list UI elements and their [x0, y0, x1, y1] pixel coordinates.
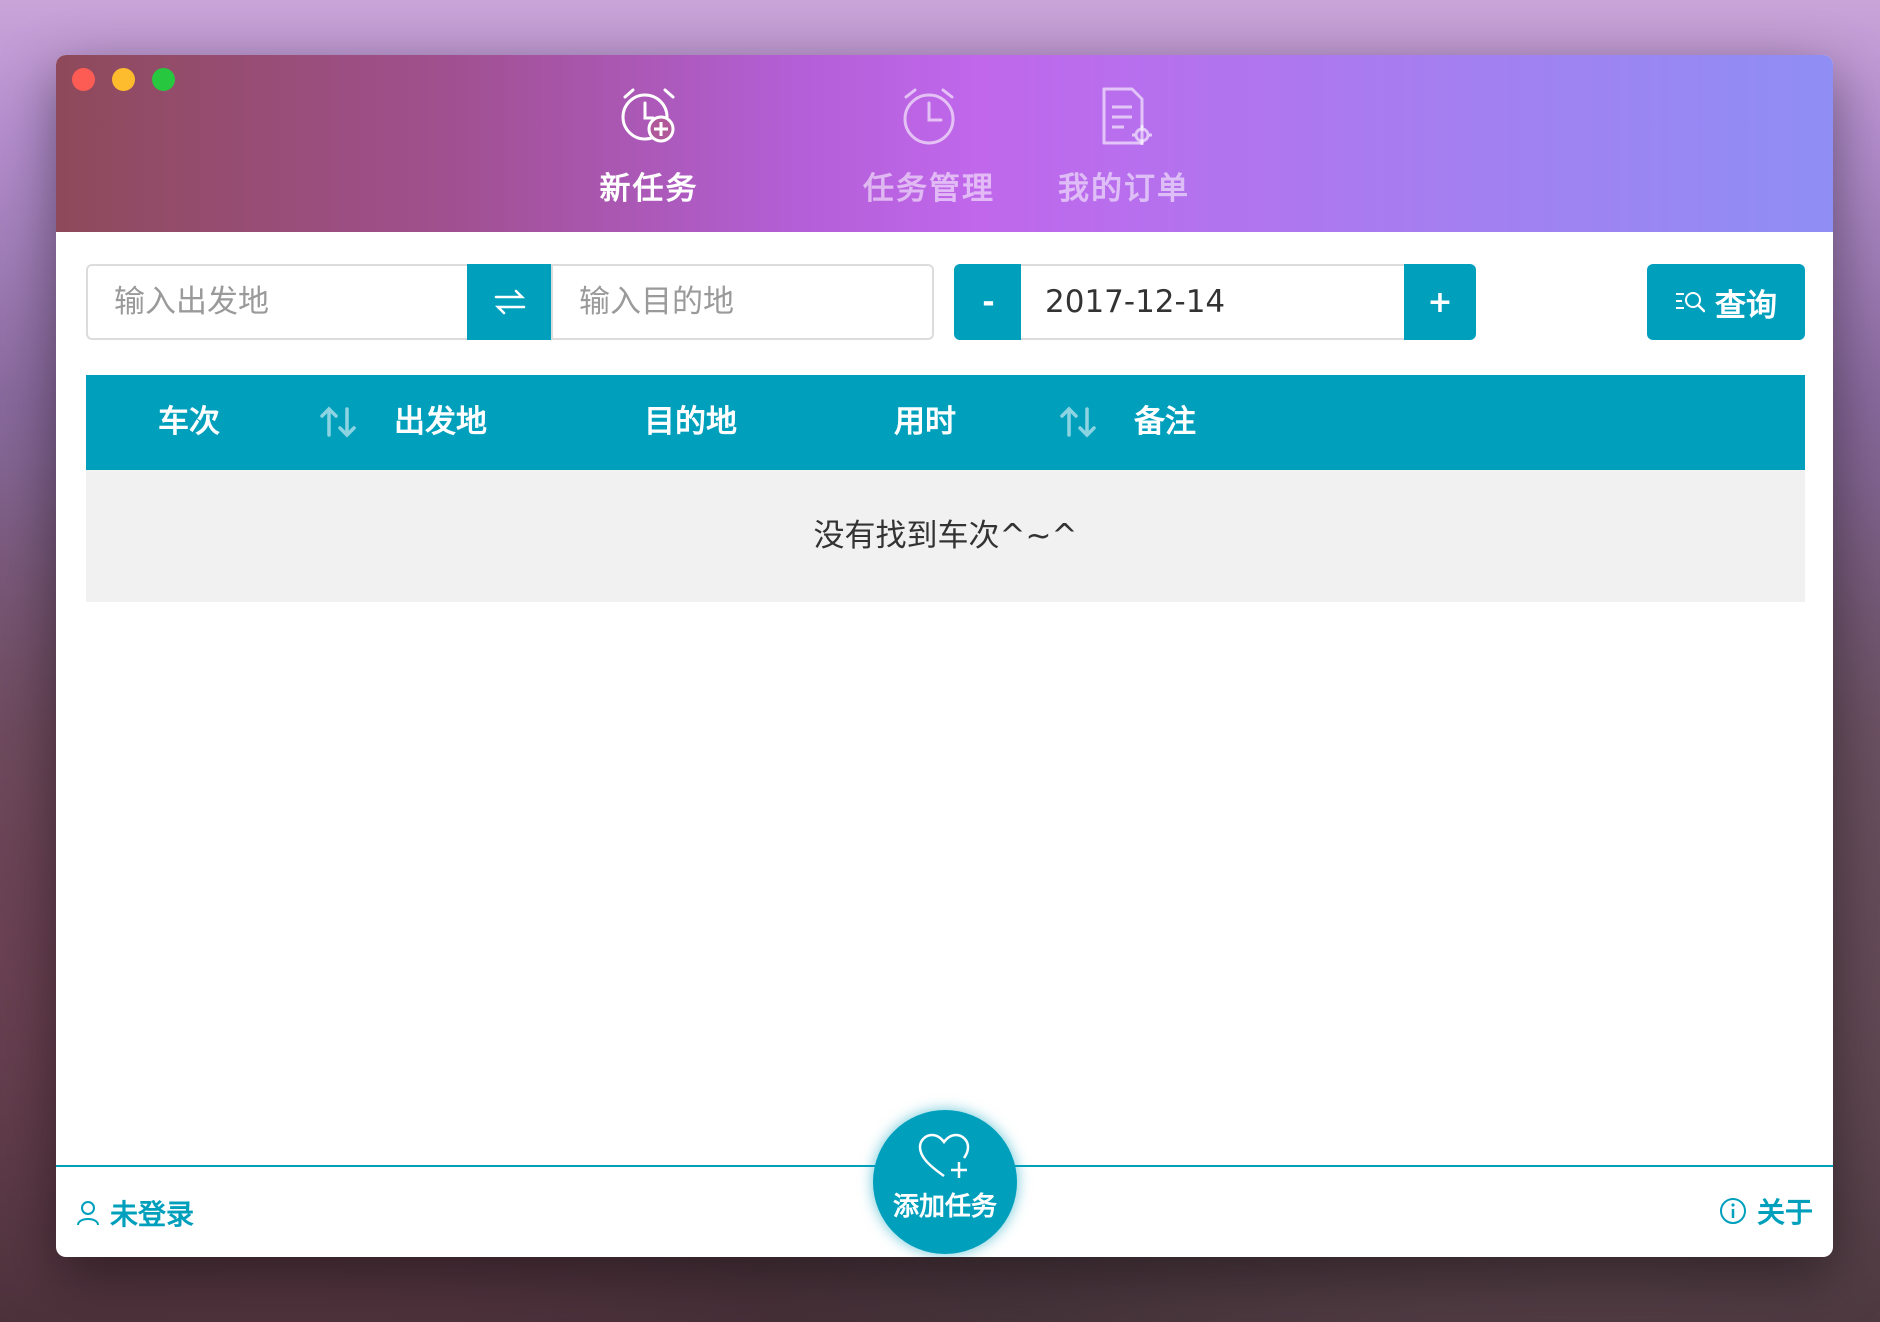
login-status-link[interactable]: 未登录 [76, 1193, 194, 1233]
about-link[interactable]: 关于 [1719, 1191, 1813, 1231]
tab-label: 我的订单 [1058, 171, 1190, 207]
tab-my-orders[interactable]: 我的订单 [1054, 85, 1194, 225]
add-task-label: 添加任务 [892, 1192, 997, 1222]
sort-icon[interactable] [319, 405, 359, 439]
alarm-plus-icon [621, 88, 675, 143]
query-button[interactable]: 查询 [1647, 264, 1805, 340]
tab-label: 新任务 [599, 171, 699, 207]
app-window: 新任务 任务管理 我的订单 输入出发地 输入目的地 - 2017-12-14 +… [56, 55, 1833, 1257]
empty-table-message: 没有找到车次^~^ [86, 470, 1805, 602]
date-plus-button[interactable]: + [1404, 264, 1476, 340]
column-header[interactable]: 出发地 [394, 375, 487, 470]
sort-icon[interactable] [1059, 405, 1099, 439]
date-field[interactable]: 2017-12-14 [1021, 264, 1406, 340]
column-header[interactable]: 车次 [158, 375, 220, 470]
column-header[interactable]: 目的地 [644, 375, 737, 470]
destination-input[interactable]: 输入目的地 [551, 264, 934, 340]
column-header[interactable]: 用时 [894, 375, 956, 470]
about-label: 关于 [1756, 1196, 1813, 1229]
login-status-label: 未登录 [110, 1198, 195, 1231]
add-task-button[interactable]: 添加任务 [873, 1110, 1017, 1254]
close-window-button[interactable] [72, 68, 95, 91]
alarm-clock-icon [903, 88, 955, 145]
column-header[interactable]: 备注 [1134, 375, 1196, 470]
swap-arrows-icon [494, 289, 526, 315]
tab-task-management[interactable]: 任务管理 [859, 85, 999, 225]
departure-input[interactable]: 输入出发地 [86, 264, 469, 340]
date-minus-button[interactable]: - [954, 264, 1023, 340]
search-list-icon [1676, 292, 1705, 313]
maximize-window-button[interactable] [152, 68, 175, 91]
minimize-window-button[interactable] [112, 68, 135, 91]
swap-button[interactable] [467, 264, 553, 340]
titlebar: 新任务 任务管理 我的订单 [56, 55, 1833, 232]
info-icon [1719, 1198, 1746, 1224]
query-label: 查询 [1715, 287, 1777, 324]
heart-plus-icon [918, 1133, 970, 1178]
tab-new-task[interactable]: 新任务 [569, 85, 729, 225]
table-header: 车次 出发地 目的地 用时 备注 [86, 375, 1805, 470]
user-icon [77, 1201, 99, 1226]
document-gear-icon [1102, 87, 1152, 145]
tab-label: 任务管理 [863, 171, 995, 207]
